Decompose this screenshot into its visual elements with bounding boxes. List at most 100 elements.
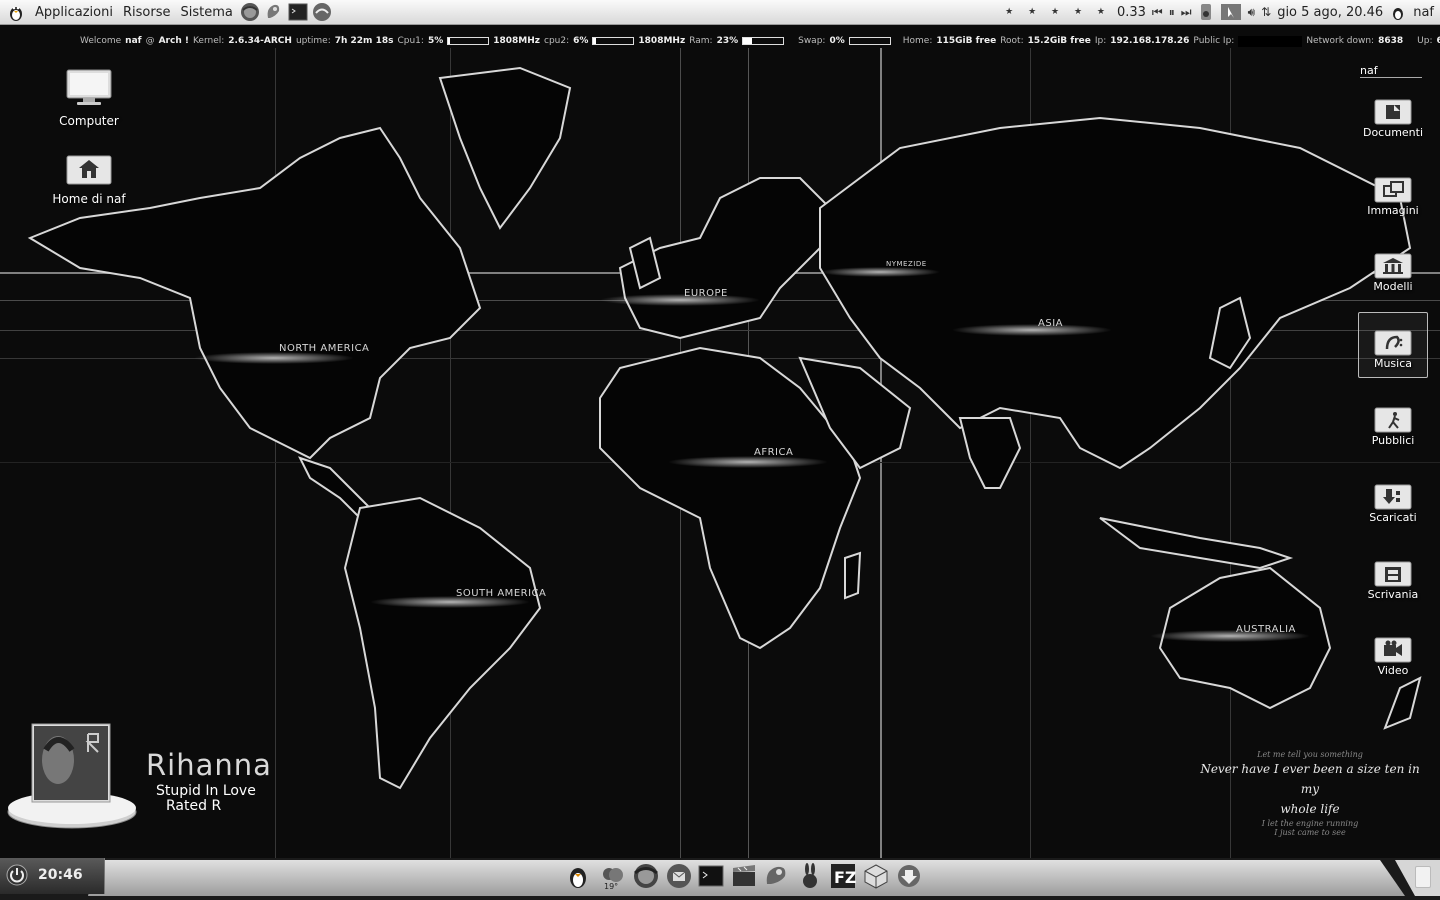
swap-bar [848, 37, 891, 45]
ram-bar-fill [743, 38, 753, 44]
cpu2-bar-fill [593, 38, 596, 44]
lyrics-line-4: I let the engine running [1261, 819, 1359, 828]
tux-icon[interactable] [6, 2, 26, 22]
menu-risorse[interactable]: Risorse [118, 5, 176, 20]
menu-applicazioni[interactable]: Applicazioni [30, 5, 118, 20]
place-pubblici[interactable]: Pubblici [1358, 404, 1428, 447]
computer-label: Computer [59, 114, 119, 128]
cpu2-freq: 1808MHz [638, 36, 686, 46]
next-track-icon[interactable]: ⏭ [1181, 5, 1192, 20]
terminal-dock-icon[interactable] [697, 862, 725, 890]
track-time: 0.33 [1116, 4, 1146, 20]
desktop-home[interactable]: Home di naf [44, 152, 134, 206]
network-icon[interactable]: ⇅ [1261, 5, 1271, 19]
lyrics-line-2: Never have I ever been a size ten in my [1200, 762, 1420, 796]
lyrics-line-3: whole life [1280, 802, 1340, 816]
label-south-america: SOUTH AMERICA [456, 588, 546, 599]
computer-icon [66, 69, 112, 105]
home-value: 115GiB free [936, 36, 997, 46]
firefox-dock-icon[interactable] [632, 862, 660, 890]
trash-icon[interactable] [1415, 866, 1431, 888]
welcome-label: Welcome [80, 36, 122, 46]
desktop-folder-icon [1374, 561, 1412, 587]
place-documenti[interactable]: Documenti [1358, 96, 1428, 139]
terminal-launcher-icon[interactable] [288, 2, 308, 22]
net-down-label: Network down: [1306, 36, 1375, 46]
public-folder-icon [1374, 407, 1412, 433]
now-playing-album: Rated R [166, 798, 222, 814]
gimp-launcher-icon[interactable] [264, 2, 284, 22]
firefox-launcher-icon[interactable] [240, 2, 260, 22]
thunderbird-launcher-icon[interactable] [312, 2, 332, 22]
video-label: Video [1377, 664, 1409, 677]
pictures-folder-icon [1374, 177, 1412, 203]
desktop-computer[interactable]: Computer [50, 68, 128, 128]
root-label: Root: [1000, 36, 1024, 46]
videos-folder-icon [1374, 637, 1412, 663]
weather-temp: 19° [604, 882, 618, 890]
tray-pointer-icon[interactable] [1220, 3, 1242, 21]
conky-user: naf [125, 36, 142, 46]
immagini-label: Immagini [1367, 204, 1419, 217]
username[interactable]: naf [1413, 5, 1434, 20]
cpu1-bar-fill [448, 38, 451, 44]
public-ip-redacted [1238, 35, 1303, 47]
thunderbird-dock-icon[interactable] [665, 862, 693, 890]
home-label: Home: [902, 36, 933, 46]
now-playing-artist: Rihanna [146, 748, 272, 782]
now-playing-title: Stupid In Love [156, 783, 256, 799]
menu-sistema[interactable]: Sistema [175, 5, 237, 20]
cpu1-label: Cpu1: [397, 36, 424, 46]
kernel-label: Kernel: [192, 36, 225, 46]
tray-media-icon[interactable] [1198, 3, 1214, 21]
pause-icon[interactable]: ⏸ [1169, 5, 1175, 20]
rabbit-dock-icon[interactable] [796, 862, 824, 890]
datetime[interactable]: gio 5 ago, 20.46 [1277, 5, 1383, 20]
net-up-value: 6751 [1436, 36, 1440, 46]
place-video[interactable]: Video [1358, 634, 1428, 677]
tux-dock-icon[interactable] [564, 862, 592, 890]
label-north-america: NORTH AMERICA [279, 343, 369, 354]
kernel-value: 2.6.34-ARCH [228, 36, 292, 46]
place-musica[interactable]: Musica [1358, 312, 1428, 378]
dock-clock[interactable]: 20:46 [38, 867, 83, 883]
weather-dock-icon[interactable]: 19° [598, 862, 626, 890]
place-immagini[interactable]: Immagini [1358, 174, 1428, 217]
net-up-label: Up: [1417, 36, 1433, 46]
place-scaricati[interactable]: Scaricati [1358, 481, 1428, 524]
cpu2-bar [592, 37, 635, 45]
madagascar-shape [844, 551, 862, 600]
label-europe: EUROPE [684, 288, 728, 299]
video-editor-dock-icon[interactable] [730, 862, 758, 890]
ram-value: 23% [716, 36, 739, 46]
gimp-dock-icon[interactable] [763, 862, 791, 890]
cpu1-freq: 1808MHz [493, 36, 540, 46]
previous-track-icon[interactable]: ⏮ [1152, 5, 1163, 20]
musica-label: Musica [1373, 357, 1413, 370]
user-avatar-icon[interactable] [1389, 3, 1407, 21]
place-modelli[interactable]: Modelli [1358, 250, 1428, 293]
ram-label: Ram: [689, 36, 713, 46]
rating-stars[interactable]: ★ ★ ★ ★ ★ [1005, 7, 1111, 17]
transfer-dock-icon[interactable] [895, 862, 923, 890]
power-icon[interactable] [6, 864, 28, 886]
net-down-value: 8638 [1378, 36, 1404, 46]
place-scrivania[interactable]: Scrivania [1358, 558, 1428, 601]
lyrics-widget: Let me tell you something Never have I e… [1200, 750, 1420, 837]
label-australia: AUSTRALIA [1236, 624, 1296, 635]
volume-icon[interactable]: 🔊︎ [1248, 5, 1256, 20]
album-cover-widget[interactable] [6, 720, 138, 832]
svg-text:FZ: FZ [834, 868, 857, 887]
virtualbox-dock-icon[interactable] [862, 862, 890, 890]
filezilla-dock-icon[interactable]: FZ [829, 862, 857, 890]
scrivania-label: Scrivania [1367, 588, 1419, 601]
home-label: Home di naf [52, 192, 126, 206]
root-value: 15.2GiB free [1027, 36, 1091, 46]
cpu2-value: 6% [573, 36, 589, 46]
swap-label: Swap: [798, 36, 826, 46]
music-folder-icon [1374, 330, 1412, 356]
lyrics-line-5: I just came to see [1274, 828, 1346, 837]
ip-value: 192.168.178.26 [1110, 36, 1190, 46]
ip-label: Ip: [1094, 36, 1107, 46]
label-asia: ASIA [1038, 318, 1063, 329]
